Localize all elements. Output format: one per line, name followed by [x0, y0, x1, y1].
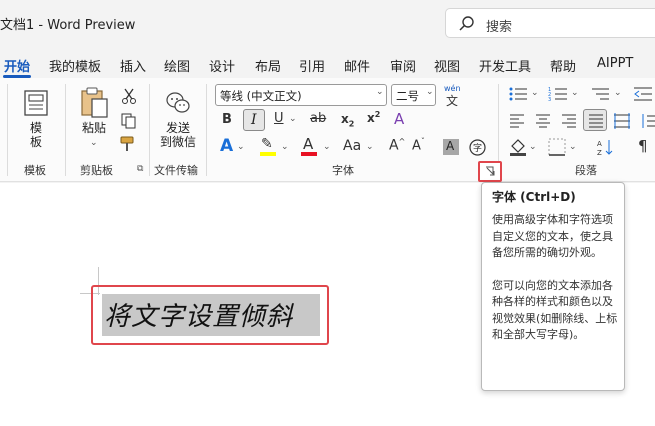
svg-text:字: 字 [473, 142, 482, 154]
chevron-down-icon: ⌄ [323, 142, 331, 152]
sort-icon[interactable]: AZ [597, 138, 617, 156]
chevron-down-icon: ⌄ [237, 142, 245, 152]
separator [7, 84, 8, 176]
borders-icon[interactable] [548, 138, 566, 156]
tab-layout[interactable]: 布局 [255, 56, 281, 75]
paste-icon [81, 87, 108, 118]
enclose-characters-icon[interactable]: 字 [469, 139, 486, 156]
tab-review[interactable]: 审阅 [390, 56, 416, 75]
tab-help[interactable]: 帮助 [550, 56, 576, 75]
svg-text:Z: Z [597, 149, 602, 156]
chevron-down-icon: ⌄ [529, 142, 537, 152]
search-icon [459, 16, 474, 31]
text-effects-icon[interactable]: A [220, 136, 233, 156]
justify-button[interactable] [583, 109, 607, 131]
group-file-transfer: 文件传输 [154, 164, 198, 177]
cut-icon[interactable] [121, 88, 137, 104]
change-case-button[interactable]: Aa [343, 138, 361, 154]
font-color-icon: A [303, 135, 314, 153]
separator [149, 84, 150, 176]
highlighter-icon: ✎ [261, 136, 273, 152]
chevron-down-icon: ⌄ [366, 142, 374, 152]
underline-button[interactable]: U [274, 111, 284, 126]
svg-text:3: 3 [548, 97, 551, 102]
document-text[interactable]: 将文字设置倾斜 [104, 296, 293, 333]
dialog-launcher-icon [486, 166, 495, 176]
chevron-down-icon: ⌄ [426, 87, 434, 97]
tab-my-templates[interactable]: 我的模板 [49, 56, 101, 75]
tab-references[interactable]: 引用 [299, 56, 325, 75]
highlight-color-swatch [260, 152, 276, 156]
justify-icon [589, 114, 603, 128]
separator [65, 84, 66, 176]
group-paragraph: 段落 [575, 164, 597, 177]
chevron-down-icon: ⌄ [614, 88, 622, 98]
tooltip-details: 您可以向您的文本添加各种各样的样式和颜色以及视觉效果(如删除线、上标和全部大写字… [492, 278, 618, 342]
tab-insert[interactable]: 插入 [120, 56, 146, 75]
group-template: 模板 [24, 164, 46, 177]
ribbon: 模 板 模板 粘贴 ⌄ 剪贴板 ⧉ 发送 到微信 文件传输 等线 (中文正文) … [0, 78, 655, 182]
character-shading-icon: A [446, 139, 455, 153]
align-center-icon[interactable] [535, 114, 551, 128]
italic-icon: I [251, 112, 257, 128]
tab-home[interactable]: 开始 [4, 56, 30, 75]
paste-label: 粘贴 [81, 121, 106, 135]
show-formatting-marks-icon[interactable]: ¶ [638, 137, 648, 155]
tab-aippt[interactable]: AIPPT [597, 56, 633, 71]
font-name-combo[interactable]: 等线 (中文正文) [215, 84, 387, 106]
chevron-down-icon: ⌄ [90, 138, 98, 148]
chevron-down-icon: ⌄ [376, 87, 384, 97]
chevron-down-icon: ⌄ [289, 114, 297, 124]
title-bar: 文档1 - Word Preview 搜索 [0, 0, 655, 46]
tab-draw[interactable]: 绘图 [164, 56, 190, 75]
bold-button[interactable]: B [222, 112, 232, 127]
search-placeholder: 搜索 [486, 20, 513, 35]
svg-text:A: A [597, 140, 602, 148]
clear-formatting-icon[interactable]: A [394, 110, 404, 128]
bullets-icon[interactable] [508, 86, 528, 102]
template-icon [24, 90, 48, 116]
tab-mailings[interactable]: 邮件 [344, 56, 370, 75]
tab-view[interactable]: 视图 [434, 56, 460, 75]
font-tooltip: 字体 (Ctrl+D) 使用高级字体和字符选项自定义您的文本，使之具备您所需的确… [481, 182, 625, 391]
format-painter-icon[interactable] [120, 136, 138, 152]
distributed-align-icon[interactable] [613, 112, 631, 130]
italic-button[interactable]: I [243, 109, 265, 131]
tooltip-title: 字体 (Ctrl+D) [492, 190, 576, 204]
tab-developer[interactable]: 开发工具 [479, 56, 531, 75]
superscript-button[interactable]: x2 [367, 110, 380, 125]
font-dialog-launcher-button[interactable] [478, 161, 502, 182]
align-left-icon[interactable] [509, 114, 525, 128]
chevron-down-icon: ⌄ [281, 142, 289, 152]
group-clipboard: 剪贴板 [80, 164, 113, 177]
chevron-down-icon: ⌄ [571, 88, 579, 98]
numbering-icon[interactable]: 1 2 3 [548, 86, 568, 102]
dialog-launcher-icon[interactable]: ⧉ [137, 164, 143, 174]
shrink-font-button[interactable]: Aˇ [412, 137, 425, 153]
ribbon-tabs: 开始 我的模板 插入 绘图 设计 布局 引用 邮件 审阅 视图 开发工具 帮助 … [0, 46, 655, 78]
grow-font-button[interactable]: A^ [389, 137, 405, 154]
tooltip-description: 使用高级字体和字符选项自定义您的文本，使之具备您所需的确切外观。 [492, 213, 613, 259]
multilevel-list-icon[interactable] [591, 86, 611, 102]
document-title: 文档1 - Word Preview [0, 18, 136, 33]
tab-design[interactable]: 设计 [209, 56, 235, 75]
shading-icon[interactable] [509, 138, 527, 156]
strikethrough-button[interactable]: ab [310, 111, 326, 126]
character-shading-button[interactable]: A [443, 139, 459, 155]
font-color-swatch [301, 152, 317, 156]
decrease-indent-icon[interactable] [633, 86, 653, 102]
search-box[interactable]: 搜索 [445, 8, 655, 38]
chevron-down-icon: ⌄ [569, 142, 577, 152]
chevron-down-icon: ⌄ [531, 88, 539, 98]
separator [206, 84, 207, 176]
phonetic-guide-char: 文 [446, 94, 459, 108]
line-spacing-icon[interactable] [641, 112, 655, 130]
wechat-icon [166, 92, 190, 113]
align-right-icon[interactable] [561, 114, 577, 128]
subscript-button[interactable]: x2 [341, 112, 354, 128]
template-label: 模 板 [29, 121, 42, 149]
group-font: 字体 [332, 164, 354, 177]
copy-icon[interactable] [121, 113, 137, 129]
send-to-wechat-label: 发送 到微信 [159, 121, 196, 149]
